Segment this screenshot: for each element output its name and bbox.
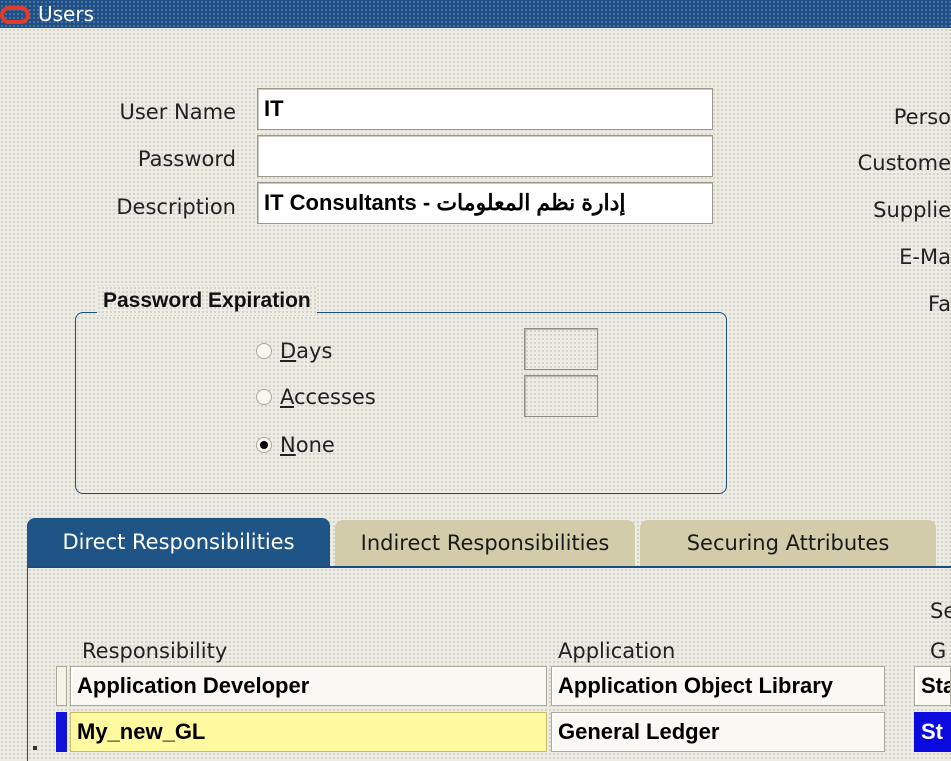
user-name-field[interactable]: IT xyxy=(257,88,713,130)
row-selector-current[interactable] xyxy=(56,712,67,752)
application-cell[interactable]: Application Object Library xyxy=(551,666,885,706)
application-cell[interactable]: General Ledger xyxy=(551,712,885,752)
email-label: E-Ma xyxy=(899,245,951,269)
accesses-input[interactable] xyxy=(524,375,598,417)
tab-securing-attributes[interactable]: Securing Attributes xyxy=(640,520,936,566)
security-group-cell[interactable]: Sta xyxy=(914,666,951,706)
description-field[interactable]: IT Consultants - إدارة نظم المعلومات xyxy=(257,182,713,224)
tab-direct-responsibilities[interactable]: Direct Responsibilities xyxy=(27,518,330,566)
days-radio-option[interactable]: Days xyxy=(256,336,332,366)
days-radio[interactable] xyxy=(256,343,272,359)
responsibility-column-header: Responsibility xyxy=(82,639,228,663)
password-expiration-title: Password Expiration xyxy=(97,286,317,316)
none-radio-option[interactable]: None xyxy=(256,430,335,460)
oracle-logo-icon xyxy=(0,6,30,24)
accesses-radio-label: Accesses xyxy=(280,385,376,409)
security-group-header-top: Se xyxy=(930,599,951,623)
window-title: Users xyxy=(38,2,95,26)
none-radio[interactable] xyxy=(256,437,272,453)
days-input[interactable] xyxy=(524,328,598,370)
password-expiration-group xyxy=(75,312,727,494)
security-group-column-header: G xyxy=(930,639,947,663)
application-column-header: Application xyxy=(558,639,676,663)
password-field[interactable] xyxy=(257,135,713,177)
description-label: Description xyxy=(116,195,236,219)
accesses-radio-option[interactable]: Accesses xyxy=(256,382,376,412)
cursor-artifact xyxy=(33,746,37,750)
password-label: Password xyxy=(137,147,236,171)
tab-indirect-responsibilities[interactable]: Indirect Responsibilities xyxy=(335,520,635,566)
customer-label: Custome xyxy=(857,151,951,175)
window-titlebar: Users xyxy=(0,0,951,28)
row-selector[interactable] xyxy=(56,666,67,706)
responsibility-cell[interactable]: My_new_GL xyxy=(70,712,547,752)
user-name-label: User Name xyxy=(119,100,237,124)
none-radio-label: None xyxy=(280,433,335,457)
supplier-label: Supplie xyxy=(873,198,951,222)
security-group-cell[interactable]: St xyxy=(914,712,951,752)
accesses-radio[interactable] xyxy=(256,389,272,405)
person-label: Perso xyxy=(893,105,951,129)
responsibility-cell[interactable]: Application Developer xyxy=(70,666,547,706)
days-radio-label: Days xyxy=(280,339,333,363)
fax-label: Fa xyxy=(927,292,951,316)
